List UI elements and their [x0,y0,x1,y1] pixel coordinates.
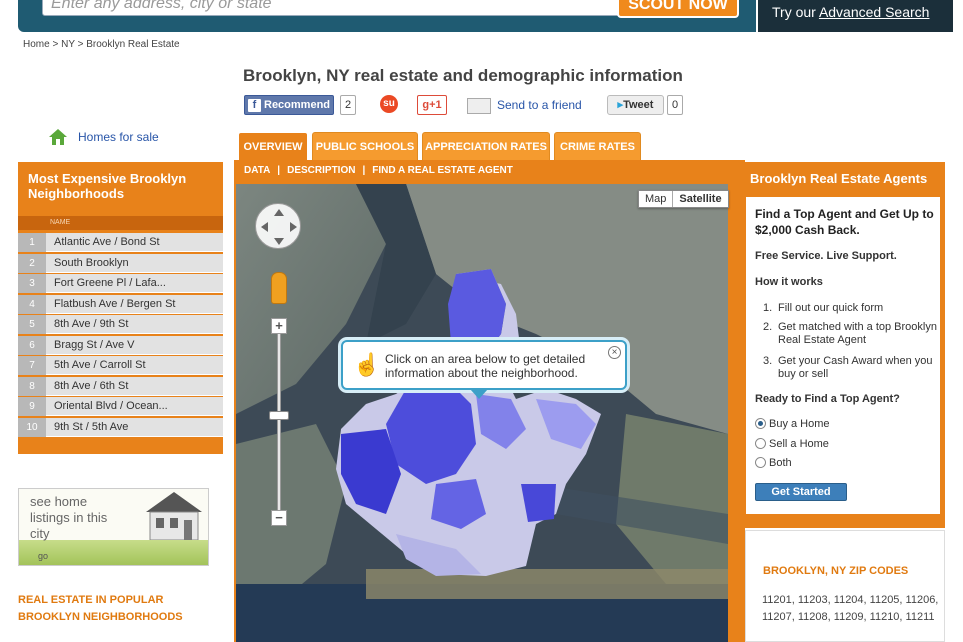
neighborhood-row[interactable]: 10 9th St / 5th Ave [18,418,223,437]
neighborhood-row[interactable]: 9 Oriental Blvd / Ocean... [18,397,223,416]
breadcrumb-current: Brooklyn Real Estate [86,39,180,50]
breadcrumb-separator: > [77,39,84,50]
pointing-hand-icon: ☝ [353,352,381,377]
radio-buy-home[interactable]: Buy a Home [755,418,830,430]
tab-overview[interactable]: OVERVIEW [238,132,308,160]
tab-public-schools[interactable]: PUBLIC SCHOOLS [312,132,418,160]
facebook-icon: f [248,99,261,112]
map-instruction-tooltip: ☝ Click on an area below to get detailed… [341,340,627,390]
radio-button[interactable] [755,438,766,449]
ad-go-button[interactable]: go [38,551,48,561]
neighborhood-row[interactable]: 7 5th Ave / Carroll St [18,356,223,375]
breadcrumb: Home > NY > Brooklyn Real Estate [23,39,180,50]
subnav-data-link[interactable]: DATA [244,165,270,176]
send-to-friend-link[interactable]: Send to a friend [497,98,582,112]
agents-panel-title: Brooklyn Real Estate Agents [750,171,928,186]
radio-sell-home[interactable]: Sell a Home [755,438,829,450]
zoom-slider-track[interactable] [277,320,281,520]
neighborhood-row[interactable]: 5 8th Ave / 9th St [18,315,223,334]
facebook-count: 2 [340,95,357,115]
tooltip-text: Click on an area below to get detailed i… [385,352,586,380]
advanced-search-prefix: Try our [772,4,819,20]
scout-now-button[interactable]: SCOUT NOW [617,0,739,18]
map-type-toggle: Map Satellite [638,190,729,208]
zoom-in-button[interactable]: + [271,318,287,334]
radio-button[interactable] [755,457,766,468]
street-view-pegman-icon[interactable] [271,272,287,304]
breadcrumb-home[interactable]: Home [23,39,50,50]
step-item: 2. Get matched with a top Brooklyn Real E… [763,321,937,346]
address-search-input[interactable] [42,0,627,16]
home-listings-ad-text: see home listings in this city [30,494,108,541]
facebook-recommend-button[interactable]: f Recommend [244,95,334,115]
pan-control[interactable] [255,203,301,249]
satellite-map-image[interactable] [236,184,728,642]
how-it-works-heading: How it works [755,276,823,288]
map-type-map-option[interactable]: Map [639,191,672,207]
neighborhood-row[interactable]: 2 South Brooklyn [18,254,223,273]
free-service-text: Free Service. Live Support. [755,250,897,262]
subnav-description-link[interactable]: DESCRIPTION [287,165,355,176]
step-item: 1. Fill out our quick form [763,302,884,314]
google-plus-button[interactable]: g+1 [417,95,447,115]
zoom-slider-handle[interactable] [269,411,289,420]
map-type-satellite-option[interactable]: Satellite [672,191,727,207]
zip-codes-title: BROOKLYN, NY ZIP CODES [763,565,909,577]
name-column-header: NAME [18,216,223,230]
tooltip-pointer [470,389,488,399]
neighborhood-row[interactable]: 1 Atlantic Ave / Bond St [18,233,223,252]
radio-button-selected[interactable] [755,418,766,429]
stumbleupon-icon[interactable]: su [380,95,398,113]
advanced-search-link[interactable]: Advanced Search [819,4,930,20]
find-agent-headline: Find a Top Agent and Get Up to $2,000 Ca… [755,207,934,237]
neighborhood-row[interactable]: 6 Bragg St / Ave V [18,336,223,355]
sub-navigation: DATA | DESCRIPTION | FIND A REAL ESTATE AGEN… [244,165,513,176]
subnav-find-agent-link[interactable]: FIND A REAL ESTATE AGENT [372,165,513,176]
mail-envelope-icon[interactable] [467,98,491,114]
close-icon[interactable]: × [608,346,621,359]
popular-neighborhoods-title: REAL ESTATE IN POPULAR BROOKLYN NEIGHBOR… [18,594,183,623]
step-item: 3. Get your Cash Award when you buy or se… [763,355,933,380]
neighborhood-row[interactable]: 3 Fort Greene Pl / Lafa... [18,274,223,293]
house-illustration-icon [146,492,202,540]
pan-arrows-icon [261,209,297,245]
breadcrumb-ny[interactable]: NY [61,39,75,50]
neighborhood-row[interactable]: 4 Flatbush Ave / Bergen St [18,295,223,314]
zoom-out-button[interactable]: − [271,510,287,526]
zip-codes-list[interactable]: 11201, 11203, 11204, 11205, 11206, 11207… [762,592,944,626]
tab-crime-rates[interactable]: CRIME RATES [554,132,641,160]
homes-for-sale-link[interactable]: Homes for sale [78,130,159,144]
get-started-button[interactable]: Get Started [755,483,847,501]
top-search-bar: SCOUT NOW Try our Advanced Search [18,0,953,32]
page-title: Brooklyn, NY real estate and demographic… [243,66,683,85]
ready-heading: Ready to Find a Top Agent? [755,393,900,405]
neighborhood-row[interactable]: 8 8th Ave / 6th St [18,377,223,396]
breadcrumb-separator: > [52,39,59,50]
advanced-search-box: Try our Advanced Search [756,0,953,32]
radio-both[interactable]: Both [755,457,792,469]
house-icon [49,129,67,145]
tweet-count: 0 [667,95,684,115]
tweet-button[interactable]: ▸Tweet [607,95,664,115]
neighborhood-map[interactable] [236,184,728,642]
tab-appreciation-rates[interactable]: APPRECIATION RATES [422,132,550,160]
expensive-neighborhoods-title: Most Expensive Brooklyn Neighborhoods [28,171,187,201]
